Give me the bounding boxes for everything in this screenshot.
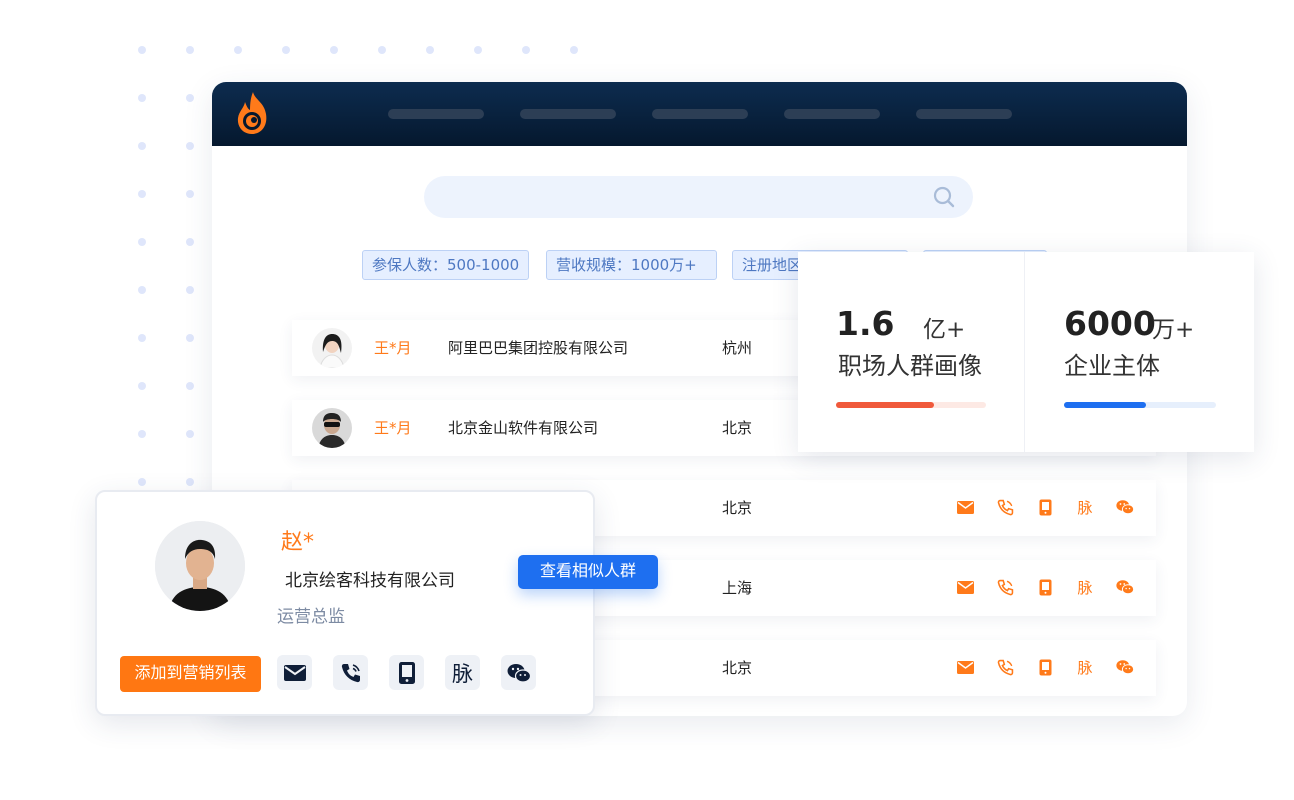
mail-icon[interactable] <box>277 655 312 690</box>
stat-progress-fill <box>836 402 934 408</box>
wechat-icon[interactable] <box>1116 498 1134 516</box>
search-icon[interactable] <box>933 186 955 208</box>
row-actions: 脉 <box>956 498 1134 517</box>
grid-dot <box>138 94 146 102</box>
phone-icon[interactable] <box>996 658 1014 676</box>
row-actions: 脉 <box>956 578 1134 597</box>
stat-unit: 亿+ <box>923 317 966 343</box>
grid-dot <box>138 430 146 438</box>
mobile-icon[interactable] <box>389 655 424 690</box>
grid-dot <box>282 46 290 54</box>
add-to-marketing-list-button[interactable]: 添加到营销列表 <box>120 656 261 692</box>
grid-dot <box>186 142 194 150</box>
mail-icon[interactable] <box>956 578 974 596</box>
grid-dot <box>330 46 338 54</box>
top-nav-bar <box>212 82 1187 146</box>
profile-name: 赵* <box>281 530 315 555</box>
row-city: 杭州 <box>722 339 753 357</box>
grid-dot <box>186 46 194 54</box>
grid-dot <box>186 286 194 294</box>
row-company: 阿里巴巴集团控股有限公司 <box>448 339 629 357</box>
wechat-icon[interactable] <box>1116 658 1134 676</box>
grid-dot <box>138 382 146 390</box>
grid-dot <box>522 46 530 54</box>
grid-dot <box>138 334 146 342</box>
grid-dot <box>138 286 146 294</box>
row-company: 北京金山软件有限公司 <box>448 419 599 437</box>
view-similar-people-button[interactable]: 查看相似人群 <box>518 555 658 589</box>
stat-number: 6000 <box>1064 304 1156 343</box>
avatar <box>312 408 352 448</box>
grid-dot <box>186 190 194 198</box>
stage: 参保人数：500-1000 营收规模：1000万+ 注册地区 王*月 阿里巴巴集团… <box>0 0 1294 800</box>
row-city: 北京 <box>722 419 753 437</box>
mobile-icon[interactable] <box>1036 658 1054 676</box>
profile-company: 北京绘客科技有限公司 <box>285 571 455 591</box>
grid-dot <box>570 46 578 54</box>
stat-progress-fill <box>1064 402 1147 408</box>
mai-icon[interactable]: 脉 <box>445 655 480 690</box>
phone-icon[interactable] <box>996 498 1014 516</box>
row-city: 北京 <box>722 659 753 677</box>
avatar <box>312 328 352 368</box>
wechat-icon[interactable] <box>1116 578 1134 596</box>
stat-label: 职场人群画像 <box>838 352 982 380</box>
grid-dot <box>138 46 146 54</box>
stat-label: 企业主体 <box>1064 352 1160 380</box>
grid-dot <box>378 46 386 54</box>
nav-item-placeholder-4[interactable] <box>784 109 880 119</box>
grid-dot <box>426 46 434 54</box>
grid-dot <box>186 430 194 438</box>
stat-progress-track <box>1064 402 1216 408</box>
mobile-icon[interactable] <box>1036 498 1054 516</box>
grid-dot <box>138 190 146 198</box>
nav-item-placeholder-2[interactable] <box>520 109 616 119</box>
row-city: 上海 <box>722 579 753 597</box>
stats-card: 1.6 亿+ 职场人群画像 6000 万+ 企业主体 <box>798 252 1254 452</box>
nav-item-placeholder-3[interactable] <box>652 109 748 119</box>
mai-icon[interactable]: 脉 <box>1076 498 1094 517</box>
grid-dot <box>186 382 194 390</box>
grid-dot <box>186 94 194 102</box>
stat-progress-track <box>836 402 986 408</box>
filter-chip-insured[interactable]: 参保人数：500-1000 <box>362 250 530 280</box>
filter-chip-revenue[interactable]: 营收规模：1000万+ <box>546 250 717 280</box>
grid-dot <box>138 238 146 246</box>
profile-job-title: 运营总监 <box>277 607 345 627</box>
row-person-name: 王*月 <box>374 339 412 357</box>
profile-card: 赵* 北京绘客科技有限公司 运营总监 添加到营销列表 脉 <box>95 490 595 716</box>
grid-dot <box>474 46 482 54</box>
mobile-icon[interactable] <box>1036 578 1054 596</box>
stat-unit: 万+ <box>1152 317 1195 343</box>
search-input[interactable] <box>424 176 973 218</box>
mail-icon[interactable] <box>956 658 974 676</box>
grid-dot <box>186 334 194 342</box>
mai-icon[interactable]: 脉 <box>1076 658 1094 677</box>
phone-icon[interactable] <box>333 655 368 690</box>
nav-item-placeholder-5[interactable] <box>916 109 1012 119</box>
grid-dot <box>138 478 146 486</box>
grid-dot <box>138 142 146 150</box>
row-actions: 脉 <box>956 658 1134 677</box>
mai-icon[interactable]: 脉 <box>1076 578 1094 597</box>
mail-icon[interactable] <box>956 498 974 516</box>
person-avatar-icon <box>155 521 245 611</box>
flame-logo-icon <box>237 92 267 134</box>
phone-icon[interactable] <box>996 578 1014 596</box>
grid-dot <box>186 238 194 246</box>
avatar <box>155 521 245 611</box>
row-person-name: 王*月 <box>374 419 412 437</box>
row-city: 北京 <box>722 499 753 517</box>
grid-dot <box>186 478 194 486</box>
grid-dot <box>234 46 242 54</box>
stats-divider <box>1024 252 1025 452</box>
wechat-icon[interactable] <box>501 655 536 690</box>
mai-label: 脉 <box>452 661 473 686</box>
stat-number: 1.6 <box>836 304 895 343</box>
nav-item-placeholder-1[interactable] <box>388 109 484 119</box>
